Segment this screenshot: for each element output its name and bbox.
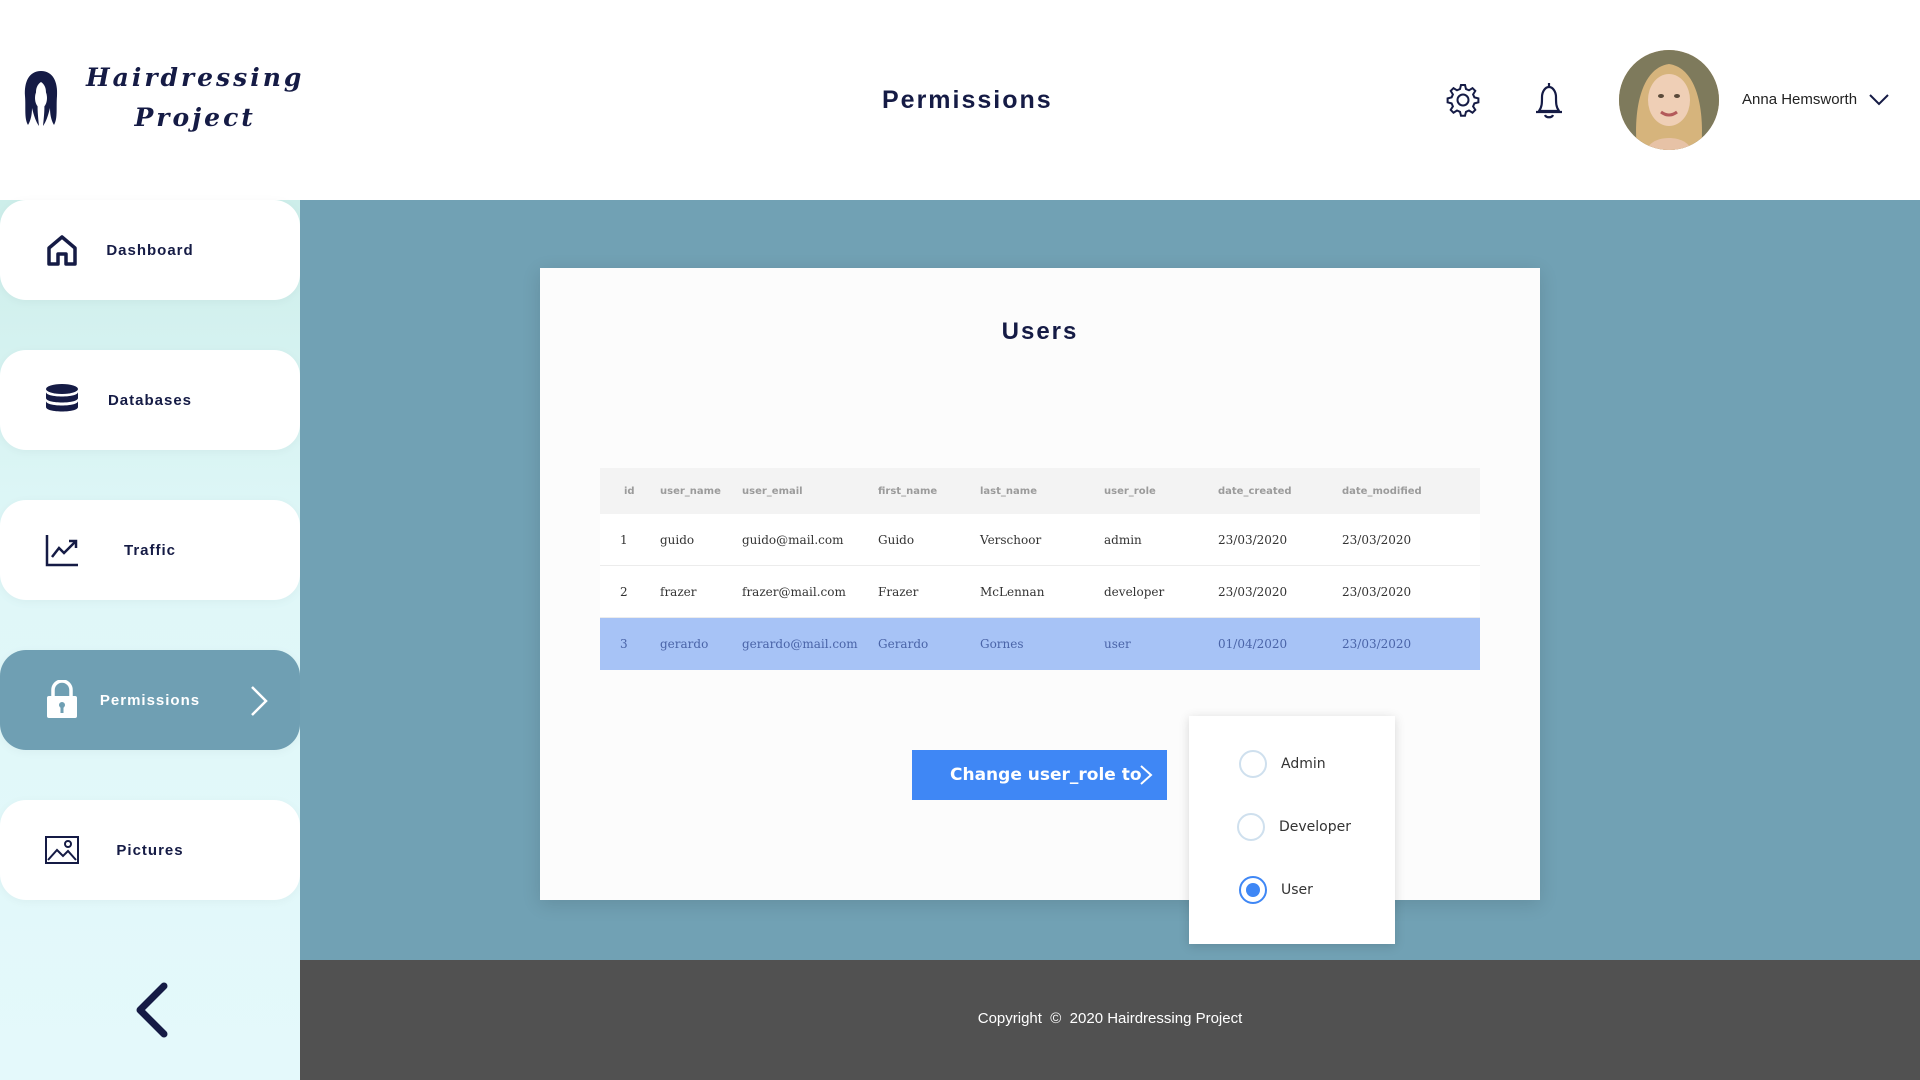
chevron-right-icon: [1140, 765, 1153, 785]
cell-user-name: gerardo: [660, 637, 709, 651]
table-row-selected[interactable]: 3 gerardo gerardo@mail.com Gerardo Gorne…: [600, 618, 1480, 670]
cell-user-email: frazer@mail.com: [742, 584, 846, 599]
cell-user-role: developer: [1104, 584, 1165, 599]
role-option-label: Developer: [1279, 819, 1352, 835]
cell-user-email: gerardo@mail.com: [742, 637, 858, 651]
main-content: Users id user_name user_email first_name…: [300, 200, 1920, 960]
avatar[interactable]: [1619, 50, 1719, 150]
sidebar-item-traffic[interactable]: Traffic: [0, 500, 300, 600]
collapse-sidebar-chevron-left-icon[interactable]: [130, 980, 174, 1040]
sidebar-item-label: Databases: [107, 391, 193, 409]
user-name[interactable]: Anna Hemsworth: [1742, 91, 1857, 108]
users-table: id user_name user_email first_name last_…: [600, 468, 1480, 670]
copyright: Copyright © 2020 Hairdressing Project: [300, 1010, 1920, 1027]
column-header-date-modified[interactable]: date_modified: [1342, 486, 1480, 497]
cell-user-role: user: [1104, 637, 1131, 651]
header: Hairdressing Project Permissions Anna He…: [0, 0, 1920, 200]
radio-admin[interactable]: [1239, 750, 1267, 778]
cell-first-name: Frazer: [878, 584, 919, 599]
sidebar-item-databases[interactable]: Databases: [0, 350, 300, 450]
change-user-role-label: Change user_role to: [950, 765, 1142, 785]
settings-button[interactable]: [1443, 78, 1483, 122]
column-header-user-email[interactable]: user_email: [742, 486, 878, 497]
gear-icon: [1446, 84, 1480, 117]
cell-user-name: frazer: [660, 584, 697, 599]
sidebar-item-label: Pictures: [116, 841, 184, 859]
cell-date-created: 23/03/2020: [1218, 584, 1288, 599]
sidebar-item-dashboard[interactable]: Dashboard: [0, 200, 300, 300]
copyright-symbol-icon: ©: [1046, 1010, 1066, 1027]
card-title: Users: [1001, 318, 1079, 345]
cell-user-email: guido@mail.com: [742, 532, 844, 547]
cell-first-name: Gerardo: [878, 637, 929, 651]
table-row[interactable]: 1 guido guido@mail.com Guido Verschoor a…: [600, 514, 1480, 566]
sidebar-item-label: Traffic: [123, 541, 176, 559]
sidebar: Dashboard Databases Traffic Permissions …: [0, 200, 300, 1080]
avatar-portrait: [1619, 50, 1719, 150]
chevron-down-icon[interactable]: [1868, 92, 1890, 108]
change-user-role-button[interactable]: Change user_role to: [912, 750, 1167, 800]
table-row[interactable]: 2 frazer frazer@mail.com Frazer McLennan…: [600, 566, 1480, 618]
cell-last-name: Verschoor: [980, 532, 1042, 547]
cell-user-role: admin: [1104, 532, 1142, 547]
role-option-label: User: [1281, 882, 1313, 898]
sidebar-item-pictures[interactable]: Pictures: [0, 800, 300, 900]
copyright-prefix: Copyright: [977, 1010, 1042, 1027]
cell-id: 2: [620, 584, 628, 599]
chevron-right-icon: [251, 686, 268, 716]
role-selector-popup: Admin Developer User: [1189, 716, 1395, 944]
radio-developer[interactable]: [1237, 813, 1265, 841]
column-header-date-created[interactable]: date_created: [1218, 486, 1342, 497]
cell-id: 1: [620, 532, 628, 547]
sidebar-item-permissions[interactable]: Permissions: [0, 650, 300, 750]
cell-id: 3: [620, 637, 628, 651]
radio-user[interactable]: [1239, 876, 1267, 904]
logo-line-2: Project: [134, 103, 256, 132]
cell-user-name: guido: [660, 532, 695, 547]
column-header-last-name[interactable]: last_name: [980, 486, 1104, 497]
cell-date-modified: 23/03/2020: [1342, 637, 1412, 651]
logo-text: Hairdressing Project: [86, 58, 304, 138]
logo-line-1: Hairdressing: [86, 63, 305, 92]
column-header-user-name[interactable]: user_name: [660, 486, 742, 497]
cell-date-created: 23/03/2020: [1218, 532, 1288, 547]
column-header-first-name[interactable]: first_name: [878, 486, 980, 497]
cell-date-modified: 23/03/2020: [1342, 532, 1412, 547]
cell-last-name: McLennan: [980, 584, 1045, 599]
sidebar-item-label: Dashboard: [106, 241, 194, 259]
role-option-developer[interactable]: Developer: [1237, 813, 1351, 841]
bell-icon: [1536, 83, 1562, 119]
column-header-id[interactable]: id: [600, 486, 660, 497]
app-root: Hairdressing Project Permissions Anna He…: [0, 0, 1920, 1080]
page-title: Permissions: [882, 86, 1053, 114]
column-header-user-role[interactable]: user_role: [1104, 486, 1218, 497]
cell-first-name: Guido: [878, 532, 915, 547]
cell-last-name: Gornes: [980, 637, 1024, 651]
cell-date-modified: 23/03/2020: [1342, 584, 1412, 599]
hair-logo-icon: [24, 71, 58, 126]
notifications-button[interactable]: [1529, 78, 1569, 122]
role-option-label: Admin: [1281, 756, 1326, 772]
table-header: id user_name user_email first_name last_…: [600, 468, 1480, 514]
logo[interactable]: Hairdressing Project: [22, 58, 304, 138]
role-option-user[interactable]: User: [1239, 876, 1313, 904]
role-option-admin[interactable]: Admin: [1239, 750, 1326, 778]
cell-date-created: 01/04/2020: [1218, 637, 1288, 651]
copyright-text: 2020 Hairdressing Project: [1069, 1010, 1243, 1027]
footer: Copyright © 2020 Hairdressing Project: [300, 960, 1920, 1080]
